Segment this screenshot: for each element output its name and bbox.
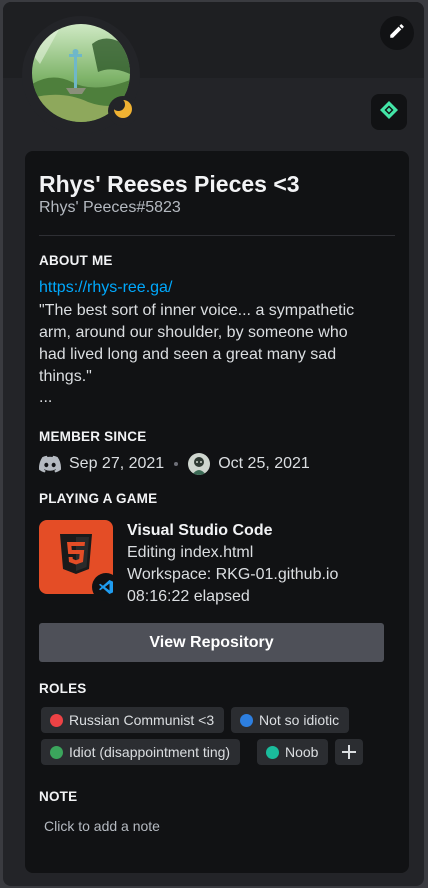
about-me-heading: ABOUT ME — [39, 253, 113, 268]
member-since-row: Sep 27, 2021 Oct 25, 2021 — [39, 453, 310, 475]
role-name: Not so idiotic — [259, 712, 340, 728]
add-role-button[interactable] — [335, 739, 363, 765]
discord-logo-icon — [39, 455, 61, 473]
activity-heading: PLAYING A GAME — [39, 491, 158, 506]
activity-small-image — [92, 573, 120, 601]
member-since-heading: MEMBER SINCE — [39, 429, 147, 444]
about-quote-line: things." — [39, 368, 92, 385]
separator-dot — [174, 462, 179, 466]
about-quote: "The best sort of inner voice... a sympa… — [39, 300, 389, 388]
activity-state-line: Workspace: RKG-01.github.io — [127, 566, 339, 583]
about-quote-line: had lived long and seen a great many sad — [39, 346, 337, 363]
server-icon — [188, 453, 211, 475]
profile-body: Rhys' Reeses Pieces <3 Rhys' Peeces#5823… — [25, 151, 409, 873]
plus-icon — [342, 745, 356, 759]
role-color-dot[interactable] — [50, 713, 63, 727]
moon-idle-icon — [112, 97, 133, 124]
role-pill[interactable]: Russian Communist <3 — [41, 707, 225, 733]
view-repository-button[interactable]: View Repository — [39, 623, 384, 662]
activity-name: Visual Studio Code — [127, 522, 273, 539]
roles-heading: ROLES — [39, 681, 87, 696]
user-profile-popout: Rhys' Reeses Pieces <3 Rhys' Peeces#5823… — [3, 2, 424, 886]
about-quote-line: "The best sort of inner voice... a sympa… — [39, 302, 355, 319]
role-pill[interactable]: Noob — [257, 739, 329, 765]
status-indicator — [108, 96, 138, 126]
note-input[interactable]: Click to add a note — [44, 818, 160, 834]
display-name: Rhys' Reeses Pieces <3 — [39, 171, 300, 197]
edit-profile-button[interactable] — [380, 16, 414, 50]
note-heading: NOTE — [39, 789, 78, 804]
role-color-dot[interactable] — [266, 745, 279, 759]
role-name: Noob — [285, 744, 319, 760]
vscode-icon — [98, 579, 114, 595]
activity-elapsed: 08:16:22 elapsed — [127, 588, 250, 605]
username-tag[interactable]: Rhys' Peeces#5823 — [39, 199, 181, 217]
server-join-date: Oct 25, 2021 — [218, 455, 310, 472]
avatar-container[interactable] — [22, 16, 140, 134]
nitro-badge[interactable] — [371, 94, 407, 130]
about-ellipsis[interactable]: ... — [39, 389, 52, 407]
discord-join-date: Sep 27, 2021 — [69, 455, 165, 472]
role-color-dot[interactable] — [240, 713, 253, 727]
pencil-icon — [388, 22, 406, 45]
role-pill[interactable]: Idiot (disappointment ting) — [41, 739, 241, 765]
about-link[interactable]: https://rhys-ree.ga/ — [39, 279, 172, 297]
html5-icon — [58, 534, 94, 579]
activity-details: Visual Studio Code Editing index.html Wo… — [127, 520, 338, 608]
role-pill[interactable]: Not so idiotic — [231, 707, 350, 733]
about-quote-line: arm, around our shoulder, by someone who — [39, 324, 348, 341]
role-name: Idiot (disappointment ting) — [69, 744, 231, 760]
activity-detail-line: Editing index.html — [127, 544, 254, 561]
role-name: Russian Communist <3 — [69, 712, 215, 728]
divider — [39, 235, 395, 236]
role-color-dot[interactable] — [50, 745, 63, 759]
nitro-gem-icon — [379, 100, 399, 125]
